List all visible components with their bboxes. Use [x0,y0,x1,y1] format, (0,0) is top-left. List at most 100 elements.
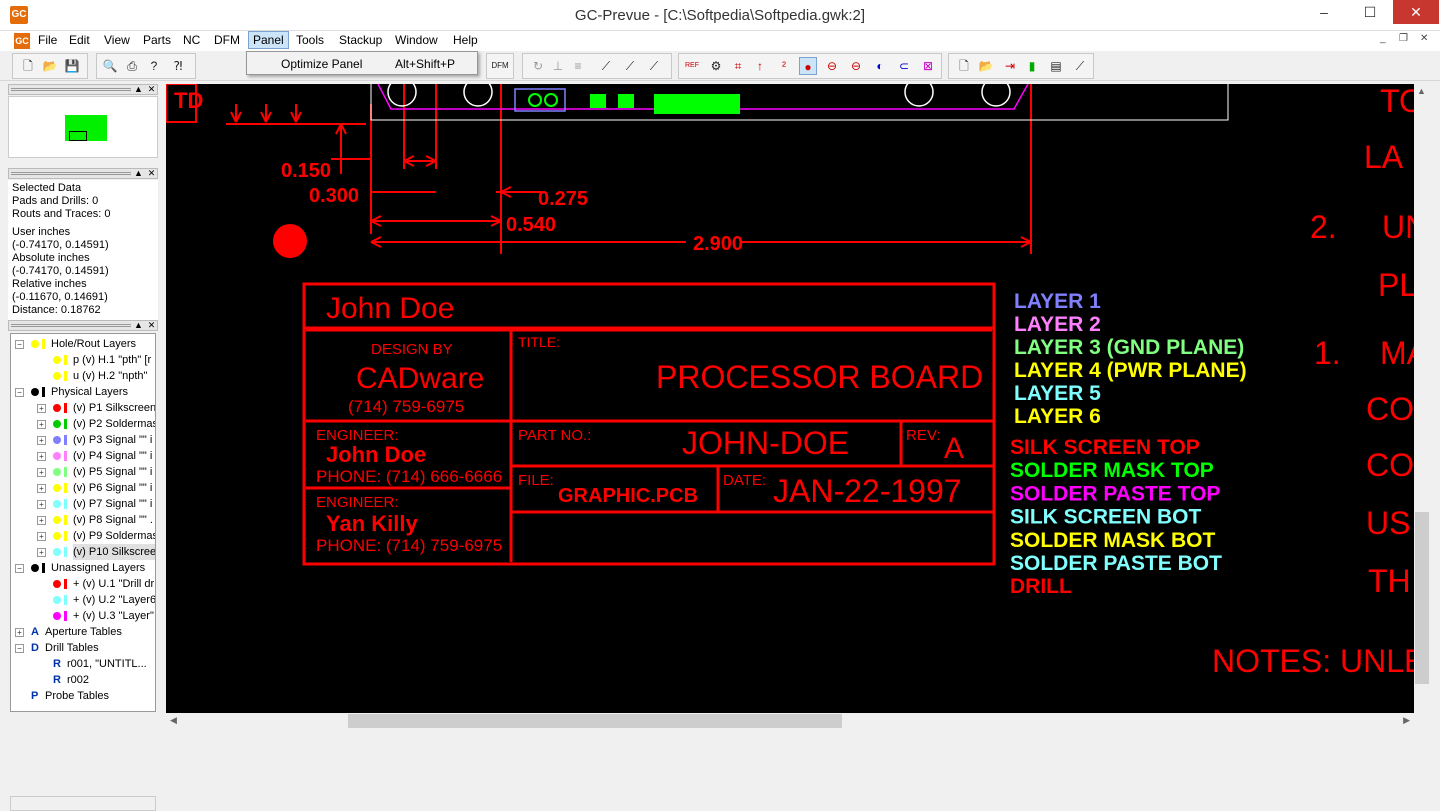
menu-file[interactable]: File [34,33,61,47]
horizontal-scroll-thumb[interactable] [348,714,842,728]
tree-item[interactable]: + (v) P7 Signal "" i [11,496,155,512]
pad-select-icon[interactable]: ● [799,57,817,75]
measure-x-icon[interactable]: ⟋ [597,57,615,75]
new-file-icon[interactable]: 🗋 [19,57,37,75]
tree-item[interactable]: + (v) P1 Silkscreen [11,400,155,416]
overview-pane-header[interactable]: ▲ ✕ [8,84,158,95]
help-icon[interactable]: ? [145,57,163,75]
collapse-icon[interactable]: − [15,340,24,349]
board-icon[interactable]: ▮ [1023,57,1041,75]
tree-item[interactable]: + (v) P2 Soldermas [11,416,155,432]
tree-item[interactable]: p (v) H.1 "pth" [r [11,352,155,368]
expand-icon[interactable]: + [37,500,46,509]
collapse-icon[interactable]: − [15,388,24,397]
mdi-close-button[interactable]: ✕ [1420,33,1428,44]
menu-view[interactable]: View [100,33,134,47]
tree-item[interactable]: + (v) U.3 "Layer" [11,608,155,624]
info-pane-header[interactable]: ▲ ✕ [8,168,158,179]
tree-item[interactable]: + (v) P10 Silkscree [11,544,155,560]
pane-close-icon[interactable]: ✕ [146,84,157,95]
tree-item[interactable]: + (v) P3 Signal "" i [11,432,155,448]
canvas-horizontal-scrollbar[interactable]: ◀ ▶ [166,713,1414,729]
tree-pane-header[interactable]: ▲ ✕ [8,320,158,331]
save-icon[interactable]: 💾 [63,57,81,75]
pad-filled-icon[interactable]: ◐ [871,57,889,75]
tree-item[interactable]: Rr001, "UNTITL... [11,656,155,672]
open-folder-icon[interactable]: 📂 [41,57,59,75]
pad-compare-icon[interactable]: ⊂ [895,57,913,75]
pane-close-icon[interactable]: ✕ [146,320,157,331]
collapse-icon[interactable]: − [15,564,24,573]
maximize-button[interactable]: ☐ [1347,0,1393,24]
pane-close-icon[interactable]: ✕ [146,168,157,179]
tree-item[interactable]: + (v) U.2 "Layer6 [11,592,155,608]
menu-window[interactable]: Window [391,33,442,47]
canvas-vertical-scrollbar[interactable]: ▲ [1414,84,1430,713]
menu-panel[interactable]: Panel [248,31,289,49]
tree-item[interactable]: + (v) P5 Signal "" i [11,464,155,480]
tree-item[interactable]: + A Aperture Tables [11,624,155,640]
expand-icon[interactable]: + [37,516,46,525]
tree-item[interactable]: − Physical Layers [11,384,155,400]
menu-tools[interactable]: Tools [292,33,328,47]
tree-item[interactable]: + (v) P9 Soldermas [11,528,155,544]
count-icon[interactable]: ² [775,57,793,75]
menu-nc[interactable]: NC [179,33,204,47]
tree-item[interactable]: u (v) H.2 "npth" [11,368,155,384]
pane-collapse-icon[interactable]: ▲ [133,168,144,179]
tree-item[interactable]: P Probe Tables [11,688,155,704]
expand-icon[interactable]: + [37,484,46,493]
scroll-left-icon[interactable]: ◀ [170,715,177,726]
import-icon[interactable]: ⇥ [1001,57,1019,75]
layers-icon[interactable]: ▤ [1047,57,1065,75]
menu-stackup[interactable]: Stackup [335,33,386,47]
overview-viewport-box[interactable] [69,131,87,141]
measure-xy-icon[interactable]: ⟋ [645,57,663,75]
expand-icon[interactable]: + [37,420,46,429]
expand-icon[interactable]: + [37,532,46,541]
expand-icon[interactable]: + [37,404,46,413]
document-icon[interactable]: GC [14,33,30,49]
pad-ring-icon[interactable]: ⊖ [847,57,865,75]
pane-collapse-icon[interactable]: ▲ [133,84,144,95]
board-overview[interactable] [8,96,158,158]
mdi-restore-button[interactable]: ❐ [1399,33,1408,44]
expand-icon[interactable]: + [37,452,46,461]
layer-tree[interactable]: − Hole/Rout Layers p (v) H.1 "pth" [r u (v)… [10,333,156,712]
panel-measure-icon[interactable]: ⟋ [1071,57,1089,75]
tree-item[interactable]: + (v) P4 Signal "" i [11,448,155,464]
minimize-button[interactable]: – [1301,0,1347,24]
measure-y-icon[interactable]: ⟋ [621,57,639,75]
expand-icon[interactable]: + [37,436,46,445]
tree-item[interactable]: Rr002 [11,672,155,688]
print-icon[interactable]: ⎙ [123,57,141,75]
align-icon[interactable]: ⊥ [549,57,567,75]
drill-up-icon[interactable]: ↑ [751,57,769,75]
tree-item[interactable]: + (v) P8 Signal "" . [11,512,155,528]
optimize-panel-menu-item[interactable]: Optimize Panel [281,57,362,71]
tree-item[interactable]: − Unassigned Layers [11,560,155,576]
pad-outline-icon[interactable]: ⊖ [823,57,841,75]
tree-item[interactable]: − Hole/Rout Layers [11,336,155,352]
expand-icon[interactable]: + [37,548,46,557]
new-panel-icon[interactable]: 🗋 [955,57,973,75]
mdi-minimize-button[interactable]: _ [1380,33,1386,44]
menu-help[interactable]: Help [449,33,482,47]
dfm-icon[interactable]: DFM [491,57,509,75]
menu-edit[interactable]: Edit [65,33,94,47]
vertical-scroll-thumb[interactable] [1415,512,1429,684]
net-icon[interactable]: ⌗ [729,57,747,75]
drawing-canvas[interactable]: TD 0.150 0.300 0.275 0.540 2.900 John Do… [166,84,1414,713]
stack-icon[interactable]: ≡ [569,57,587,75]
tree-item[interactable]: − D Drill Tables [11,640,155,656]
gear-icon[interactable]: ⚙ [707,57,725,75]
reference-icon[interactable]: REF [683,57,701,75]
open-panel-icon[interactable]: 📂 [977,57,995,75]
menu-dfm[interactable]: DFM [210,33,244,47]
menu-parts[interactable]: Parts [139,33,175,47]
close-button[interactable]: ✕ [1393,0,1439,24]
context-help-icon[interactable]: ⁈ [169,57,187,75]
tree-item[interactable]: + (v) P6 Signal "" i [11,480,155,496]
rotate-icon[interactable]: ↻ [529,57,547,75]
expand-icon[interactable]: + [37,468,46,477]
